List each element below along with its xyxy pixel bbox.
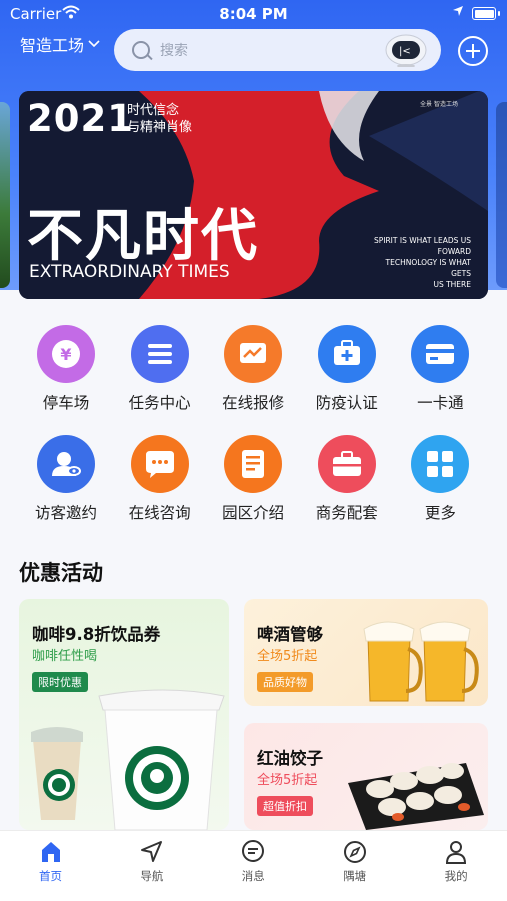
location-selector[interactable]: 智造工场: [20, 32, 100, 56]
service-item[interactable]: ¥ 停车场: [19, 325, 113, 413]
service-label: 访客邀约: [34, 504, 97, 522]
dumpling-card[interactable]: 红油饺子 全场5折起 超值折扣: [244, 723, 488, 830]
service-item[interactable]: 在线报修: [206, 325, 300, 413]
search-icon: [132, 41, 150, 59]
tab-item[interactable]: 我的: [406, 839, 507, 884]
add-button[interactable]: [458, 36, 488, 66]
banner-english: EXTRAORDINARY TIMES: [29, 262, 230, 282]
coffee-card-subtitle: 咖啡任性喝: [32, 649, 98, 664]
service-item[interactable]: 任务中心: [113, 325, 207, 413]
banner-slogan: 时代信念 与精神肖像: [127, 103, 193, 135]
coffee-card-title: 咖啡9.8折饮品券: [32, 625, 161, 644]
service-label: 停车场: [42, 394, 90, 412]
banner-next-peek[interactable]: [496, 102, 507, 288]
svg-text:|<: |<: [399, 46, 411, 57]
grid-icon: [411, 435, 470, 493]
service-label: 在线咨询: [128, 504, 191, 522]
tab-item[interactable]: 导航: [101, 839, 202, 884]
tab-item[interactable]: 首页: [0, 839, 101, 884]
beer-card-tag: 品质好物: [257, 672, 313, 692]
service-label: 一卡通: [417, 394, 464, 412]
card-icon: [411, 325, 470, 383]
service-label: 任务中心: [128, 394, 191, 412]
search-bar[interactable]: |<: [114, 29, 441, 71]
banner-carousel[interactable]: 2021 时代信念 与精神肖像 不凡时代 EXTRAORDINARY TIMES…: [19, 91, 488, 299]
list-icon: [130, 325, 189, 383]
dumplings-image: [348, 763, 484, 830]
banner-tagline: SPIRIT IS WHAT LEADS US FOWARD TECHNOLOG…: [373, 236, 471, 289]
dumpling-card-title: 红油饺子: [257, 749, 323, 768]
robot-assistant-icon[interactable]: |<: [384, 33, 428, 67]
tab-item[interactable]: 消息: [203, 839, 304, 884]
service-item[interactable]: 在线咨询: [113, 435, 207, 523]
beer-mugs-image: [363, 621, 479, 702]
service-item[interactable]: 一卡通: [393, 325, 487, 413]
chat-bubble-icon: [130, 435, 189, 493]
beer-card-subtitle: 全场5折起: [257, 649, 318, 664]
service-label: 商务配套: [315, 504, 378, 522]
dumpling-card-subtitle: 全场5折起: [257, 773, 318, 788]
beer-card[interactable]: 啤酒管够 全场5折起 品质好物: [244, 599, 488, 706]
visitor-icon: [37, 435, 95, 493]
medical-kit-icon: [317, 325, 376, 383]
tab-label: 首页: [39, 869, 62, 883]
beer-card-title: 啤酒管够: [257, 625, 323, 644]
tab-bar: 首页 导航 消息 隅塘 我的: [0, 830, 507, 901]
location-arrow-icon: [453, 6, 463, 16]
coffee-card[interactable]: 咖啡9.8折饮品券 咖啡任性喝 限时优惠: [19, 599, 229, 830]
clock: 8:04 PM: [219, 5, 288, 23]
tab-label: 隅塘: [343, 869, 367, 883]
document-icon: [224, 435, 283, 493]
user-icon: [443, 839, 469, 865]
tab-label: 消息: [241, 869, 265, 883]
banner-prev-peek[interactable]: [0, 102, 10, 288]
tab-item[interactable]: 隅塘: [304, 839, 405, 884]
location-label: 智造工场: [20, 36, 85, 55]
parking-yen-icon: ¥: [37, 325, 95, 383]
service-label: 防疫认证: [315, 394, 378, 412]
status-bar: Carrier 8:04 PM: [0, 0, 507, 26]
service-label: 更多: [424, 504, 456, 522]
banner-logo: 全景 智造工场: [420, 101, 458, 108]
service-item[interactable]: 防疫认证: [300, 325, 394, 413]
dumpling-card-tag: 超值折扣: [257, 796, 313, 816]
banner-year: 2021: [27, 97, 134, 140]
chart-screen-icon: [224, 325, 283, 383]
service-item[interactable]: 商务配套: [300, 435, 394, 523]
service-item[interactable]: 更多: [393, 435, 487, 523]
briefcase-icon: [317, 435, 376, 493]
compass-icon: [342, 839, 368, 865]
tab-label: 导航: [140, 869, 164, 883]
coffee-cups-image: [31, 689, 225, 830]
svg-text:¥: ¥: [60, 345, 71, 364]
service-label: 在线报修: [222, 394, 285, 412]
service-item[interactable]: 园区介绍: [206, 435, 300, 523]
tab-label: 我的: [444, 869, 468, 883]
home-icon: [38, 839, 64, 865]
service-item[interactable]: 访客邀约: [19, 435, 113, 523]
service-label: 园区介绍: [222, 504, 285, 522]
navigation-icon: [139, 839, 165, 865]
battery-icon: [472, 7, 500, 20]
message-icon: [240, 839, 266, 865]
chevron-down-icon: [88, 40, 100, 48]
search-input[interactable]: [158, 37, 372, 65]
banner-headline: 不凡时代: [27, 204, 259, 269]
promotions-title: 优惠活动: [19, 561, 103, 585]
